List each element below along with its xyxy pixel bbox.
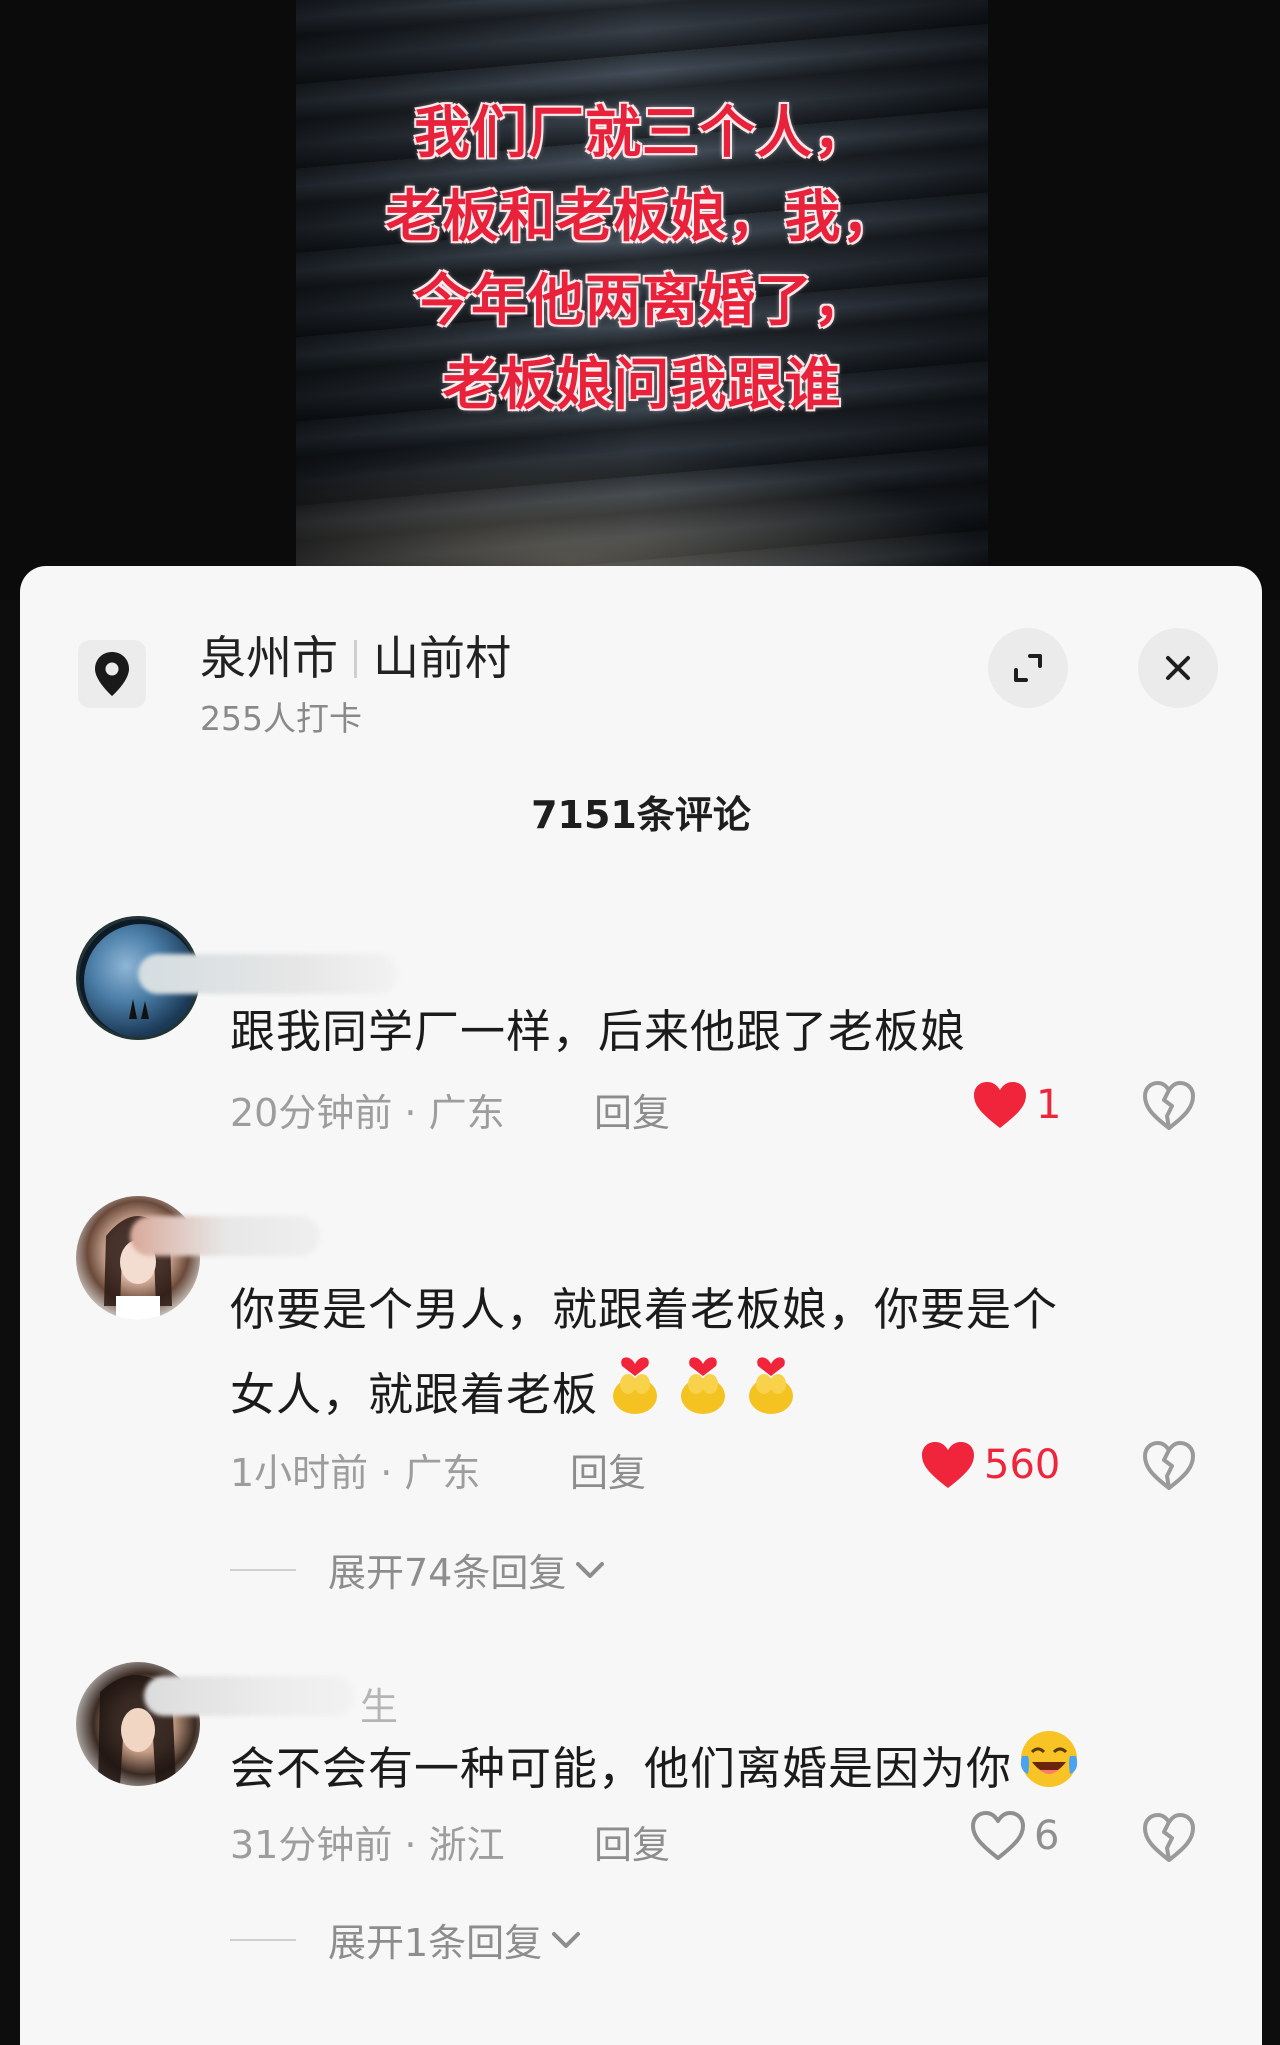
broken-heart-icon bbox=[1143, 1813, 1195, 1862]
comment-time-region: 31分钟前 · 浙江 bbox=[230, 1823, 505, 1867]
comment-time-region: 1小时前 · 广东 bbox=[230, 1451, 481, 1495]
divider bbox=[354, 640, 357, 678]
expand-replies-label: 展开74条回复 bbox=[328, 1551, 567, 1595]
dislike-button[interactable] bbox=[1142, 1438, 1196, 1496]
chevron-down-icon bbox=[576, 1561, 605, 1578]
dislike-button[interactable] bbox=[1142, 1078, 1196, 1136]
like-button[interactable]: 560 bbox=[920, 1440, 1060, 1490]
reply-button[interactable]: 回复 bbox=[570, 1442, 646, 1497]
comment-text: 跟我同学厂一样，后来他跟了老板娘 bbox=[230, 1005, 967, 1058]
laughing-crying-icon bbox=[1018, 1728, 1080, 1815]
finger-heart-icon bbox=[604, 1350, 666, 1441]
caption-line: 今年他两离婚了， bbox=[414, 269, 870, 334]
location-village: 山前村 bbox=[373, 631, 511, 685]
comment-count: 7151条评论 bbox=[531, 793, 751, 837]
reply-button[interactable]: 回复 bbox=[594, 1814, 670, 1869]
comment-text: 你要是个男人，就跟着老板娘，你要是个 女人，就跟着老板 bbox=[230, 1270, 1190, 1441]
expand-button[interactable] bbox=[988, 628, 1068, 708]
close-icon bbox=[1166, 656, 1190, 680]
heart-outline-icon bbox=[971, 1811, 1025, 1860]
finger-heart-icon bbox=[740, 1350, 802, 1441]
like-button[interactable]: 6 bbox=[970, 1810, 1059, 1862]
comment-text: 会不会有一种可能，他们离婚是因为你 bbox=[230, 1728, 1190, 1815]
like-count: 6 bbox=[1034, 1813, 1060, 1859]
finger-heart-icon bbox=[672, 1350, 734, 1441]
expand-replies-button[interactable]: 展开1条回复 bbox=[230, 1912, 584, 1967]
like-count: 1 bbox=[1036, 1082, 1062, 1128]
comment-time-region: 20分钟前 · 广东 bbox=[230, 1091, 505, 1135]
divider bbox=[230, 1938, 296, 1941]
heart-filled-icon bbox=[974, 1082, 1026, 1128]
expand-replies-label: 展开1条回复 bbox=[328, 1921, 543, 1965]
broken-heart-icon bbox=[1143, 1081, 1195, 1130]
expand-icon bbox=[1014, 654, 1042, 682]
username-blurred[interactable] bbox=[144, 1676, 354, 1716]
like-count: 560 bbox=[984, 1442, 1061, 1488]
divider bbox=[230, 1568, 296, 1571]
reply-button[interactable]: 回复 bbox=[594, 1082, 670, 1137]
caption-line: 老板和老板娘，我， bbox=[385, 185, 899, 250]
location-title[interactable]: 泉州市 山前村 bbox=[200, 622, 511, 688]
avatar[interactable] bbox=[76, 1196, 200, 1320]
username-partial: 生 bbox=[360, 1685, 399, 1729]
broken-heart-icon bbox=[1143, 1441, 1195, 1490]
heart-filled-icon bbox=[922, 1442, 974, 1488]
caption-line: 我们厂就三个人， bbox=[414, 101, 870, 166]
video-player[interactable]: 我们厂就三个人， 老板和老板娘，我， 今年他两离婚了， 老板娘问我跟谁 bbox=[296, 0, 988, 590]
location-city: 泉州市 bbox=[200, 631, 338, 685]
caption-line: 老板娘问我跟谁 bbox=[442, 353, 842, 418]
comment-sheet: 泉州市 山前村 255人打卡 7151条评论 跟我同学厂一样，后来他跟了老板娘 2… bbox=[20, 566, 1262, 2045]
username-blurred[interactable] bbox=[130, 1216, 320, 1256]
username-blurred[interactable] bbox=[138, 954, 398, 994]
close-button[interactable] bbox=[1138, 628, 1218, 708]
like-button[interactable]: 1 bbox=[972, 1080, 1061, 1130]
video-caption: 我们厂就三个人， 老板和老板娘，我， 今年他两离婚了， 老板娘问我跟谁 bbox=[296, 92, 988, 428]
checkin-count: 255人打卡 bbox=[200, 699, 362, 738]
comment-text-line: 你要是个男人，就跟着老板娘，你要是个 bbox=[230, 1283, 1059, 1336]
location-pin-icon[interactable] bbox=[78, 640, 146, 708]
comment-text-line: 女人，就跟着老板 bbox=[230, 1350, 1190, 1441]
expand-replies-button[interactable]: 展开74条回复 bbox=[230, 1542, 608, 1597]
chevron-down-icon bbox=[552, 1931, 581, 1948]
dislike-button[interactable] bbox=[1142, 1810, 1196, 1868]
